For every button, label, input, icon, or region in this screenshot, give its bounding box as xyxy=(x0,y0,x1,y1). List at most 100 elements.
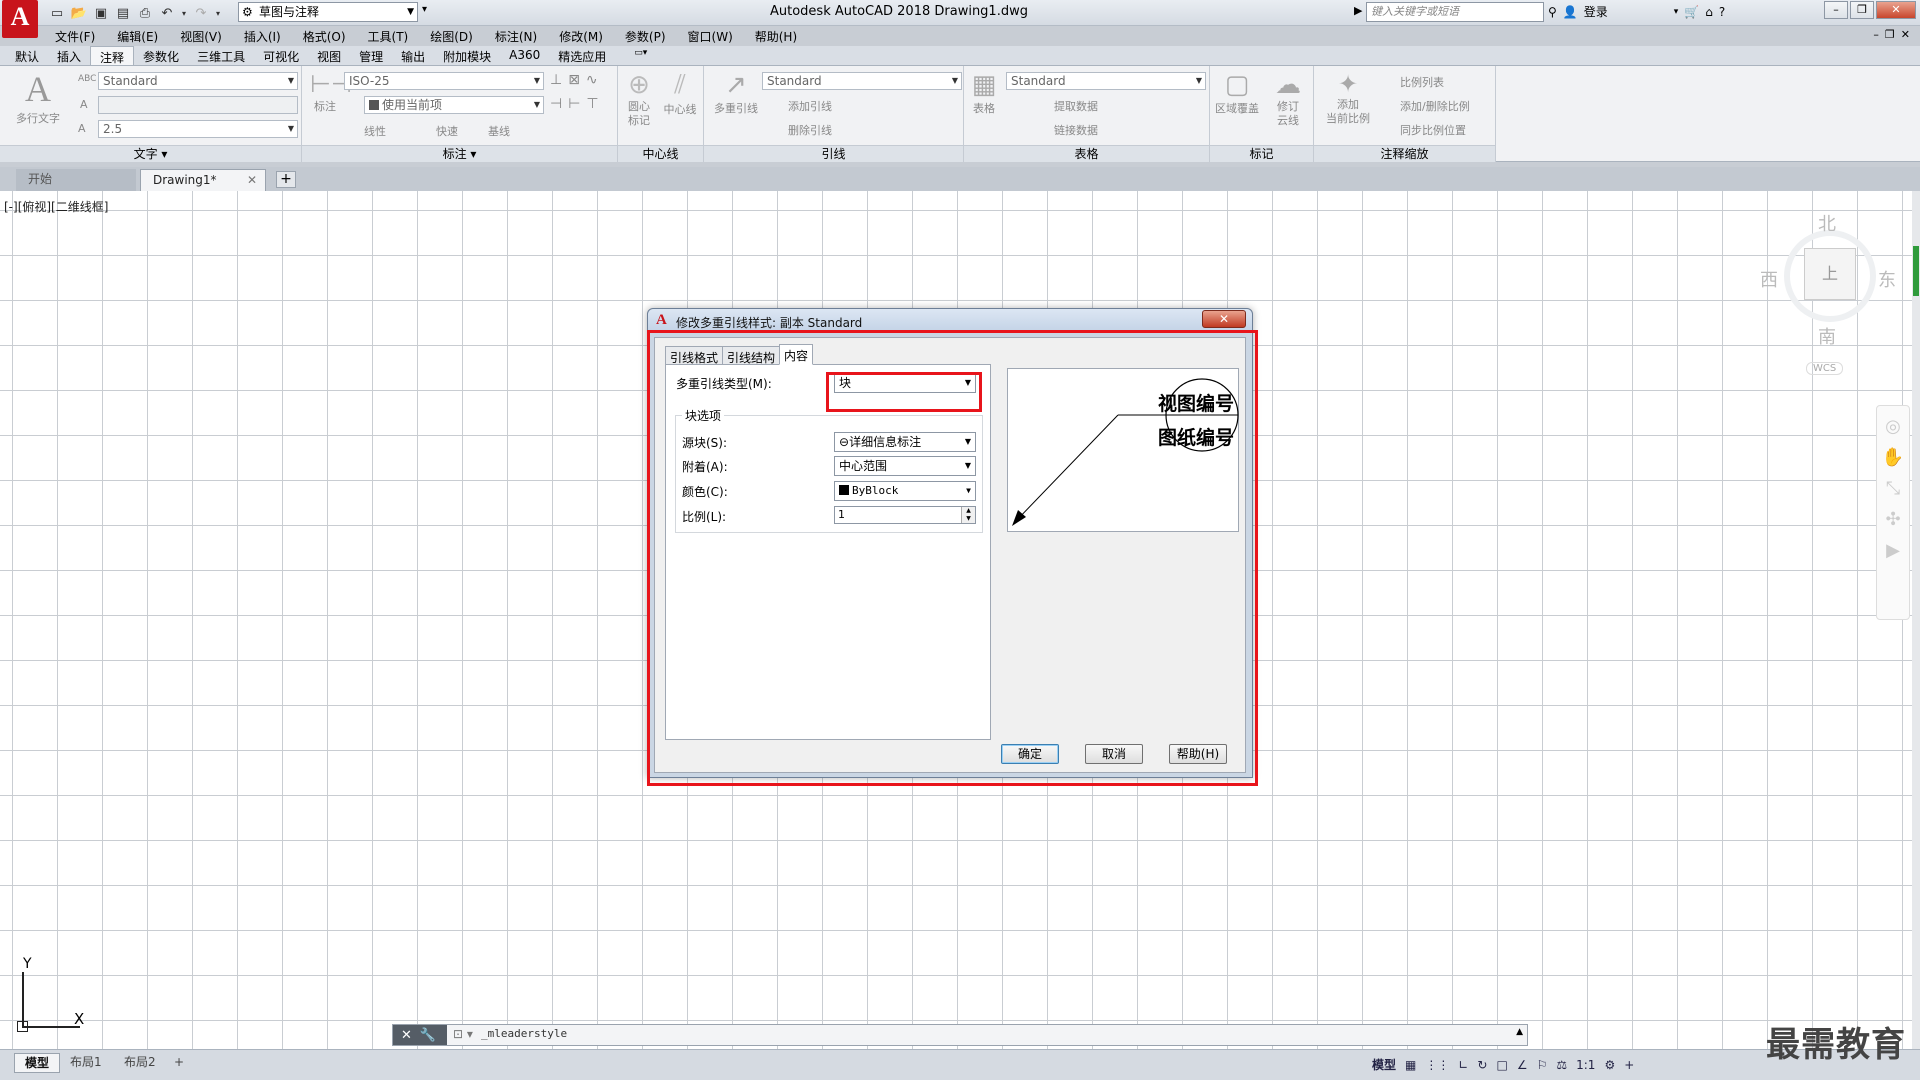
open-file-icon[interactable]: 📂 xyxy=(70,4,88,22)
ribbon-tab-visualize[interactable]: 可视化 xyxy=(254,46,308,65)
dim-tool-icons-2[interactable]: ⊣⊢⊤ xyxy=(550,96,605,112)
mleader-style-select[interactable]: Standard ▼ xyxy=(762,72,962,90)
find-text-input[interactable] xyxy=(98,96,298,114)
maximize-icon[interactable]: ❐ xyxy=(1850,1,1874,19)
settings-gear-icon[interactable]: ⚙ xyxy=(1604,1058,1615,1072)
close-icon[interactable]: ✕ xyxy=(1202,310,1246,328)
user-icon[interactable]: 👤 xyxy=(1563,5,1578,19)
viewcube-north[interactable]: 北 xyxy=(1818,210,1836,236)
table-panel-title[interactable]: 表格 xyxy=(964,145,1209,162)
workspace-select[interactable]: ⚙ 草图与注释 ▼ xyxy=(238,2,418,22)
ribbon-tab-output[interactable]: 输出 xyxy=(392,46,434,65)
link-data-button[interactable]: 链接数据 xyxy=(1054,122,1098,138)
viewcube[interactable]: 北 西 东 南 上 WCS xyxy=(1758,210,1898,380)
menu-view[interactable]: 视图(V) xyxy=(169,26,233,46)
table-button[interactable]: ▦ 表格 xyxy=(968,70,1000,116)
pan-hand-icon[interactable]: ✋ xyxy=(1877,447,1909,468)
binoculars-icon[interactable]: ⚲ xyxy=(1548,5,1557,19)
quick-dim-button[interactable]: 快速 xyxy=(436,123,458,139)
dimension-button[interactable]: ⊢⊣ 标注 xyxy=(310,70,352,114)
ribbon-tab-annotate[interactable]: 注释 xyxy=(90,46,135,65)
new-file-icon[interactable]: ▭ xyxy=(48,4,66,22)
command-history-icon[interactable]: ▲ xyxy=(1516,1027,1523,1037)
add-leader-button[interactable]: 添加引线 xyxy=(788,98,832,114)
doc-window-controls[interactable]: –❐✕ xyxy=(1873,28,1916,41)
autocad-logo-icon[interactable]: A xyxy=(2,0,38,38)
command-prompt-icon[interactable]: ⊡ ▾ xyxy=(453,1027,473,1041)
ribbon-tab-featured-apps[interactable]: 精选应用 xyxy=(549,46,615,65)
save-icon[interactable]: ▣ xyxy=(92,4,110,22)
spell-check-icon[interactable]: ABC xyxy=(78,74,96,84)
vertical-scrollbar[interactable] xyxy=(1912,191,1920,1049)
menu-insert[interactable]: 插入(I) xyxy=(233,26,292,46)
viewcube-east[interactable]: 东 xyxy=(1878,266,1896,292)
osnap-icon[interactable]: □ xyxy=(1496,1058,1507,1072)
command-input[interactable]: _mleaderstyle xyxy=(481,1027,567,1040)
add-current-scale-button[interactable]: ✦ 添加 当前比例 xyxy=(1316,70,1380,126)
ribbon-tab-a360[interactable]: A360 xyxy=(500,46,549,65)
close-icon[interactable]: ✕ xyxy=(1876,1,1916,19)
centerline-button[interactable]: ⫽ 中心线 xyxy=(658,70,702,117)
find-text-icon[interactable]: A xyxy=(80,98,88,111)
dim-tool-icons[interactable]: ⊥⊠∿ xyxy=(550,72,604,88)
qat-customize-icon[interactable]: ▾ xyxy=(422,4,427,15)
text-style-select[interactable]: Standard ▼ xyxy=(98,72,298,90)
zoom-extents-icon[interactable]: ⤡ xyxy=(1877,478,1909,499)
steering-wheel-icon[interactable]: ◎ xyxy=(1877,416,1909,437)
tab-drawing1[interactable]: Drawing1* ✕ xyxy=(140,169,266,191)
otrack-icon[interactable]: ∠ xyxy=(1517,1058,1528,1072)
baseline-dim-button[interactable]: 基线 xyxy=(488,123,510,139)
sync-scale-button[interactable]: 同步比例位置 xyxy=(1400,122,1466,138)
showmotion-icon[interactable]: ▶ xyxy=(1877,540,1909,561)
search-input[interactable]: 键入关键字或短语 xyxy=(1366,2,1544,22)
add-delete-scale-button[interactable]: 添加/删除比例 xyxy=(1400,98,1470,114)
layout-tab-layout2[interactable]: 布局2 xyxy=(114,1053,166,1073)
undo-dropdown-icon[interactable]: ▾ xyxy=(180,4,188,22)
remove-leader-button[interactable]: 删除引线 xyxy=(788,122,832,138)
menu-window[interactable]: 窗口(W) xyxy=(677,26,744,46)
add-layout-button[interactable]: + xyxy=(168,1053,190,1073)
menu-draw[interactable]: 绘图(D) xyxy=(419,26,484,46)
ribbon-tab-manage[interactable]: 管理 xyxy=(350,46,392,65)
viewcube-west[interactable]: 西 xyxy=(1760,266,1778,292)
leader-panel-title[interactable]: 引线 xyxy=(704,145,963,162)
menu-edit[interactable]: 编辑(E) xyxy=(106,26,169,46)
redo-icon[interactable]: ↷ xyxy=(192,4,210,22)
minimize-icon[interactable]: – xyxy=(1824,1,1848,19)
mtext-button[interactable]: A 多行文字 xyxy=(8,68,68,126)
grid-icon[interactable]: ▦ xyxy=(1405,1058,1416,1072)
tab-content[interactable]: 内容 xyxy=(779,344,814,365)
add-icon[interactable]: + xyxy=(1624,1058,1634,1072)
close-icon[interactable]: ✕ xyxy=(247,170,257,190)
extract-data-button[interactable]: 提取数据 xyxy=(1054,98,1098,114)
ribbon-minimize-icon[interactable]: ▭▾ xyxy=(625,46,656,65)
revcloud-button[interactable]: ☁ 修订 云线 xyxy=(1266,70,1310,128)
viewcube-top-face[interactable]: 上 xyxy=(1804,248,1856,300)
menu-format[interactable]: 格式(O) xyxy=(292,26,357,46)
annotation-scale-icon[interactable]: ⚖ xyxy=(1556,1058,1567,1072)
layout-tab-layout1[interactable]: 布局1 xyxy=(60,1053,112,1073)
ribbon-tab-3d-tools[interactable]: 三维工具 xyxy=(188,46,254,65)
model-space-toggle[interactable]: 模型 xyxy=(1372,1056,1396,1073)
wcs-menu[interactable]: WCS xyxy=(1806,362,1844,375)
menu-tools[interactable]: 工具(T) xyxy=(357,26,420,46)
linear-dim-button[interactable]: 线性 xyxy=(364,123,386,139)
text-panel-title[interactable]: 文字 ▾ xyxy=(0,145,301,162)
login-dropdown-icon[interactable]: ▾ xyxy=(1674,7,1679,17)
menu-file[interactable]: 文件(F) xyxy=(44,26,106,46)
cart-icon[interactable]: 🛒 xyxy=(1684,5,1699,19)
tab-start[interactable]: 开始 xyxy=(16,169,136,191)
dim-layer-select[interactable]: 使用当前项 ▼ xyxy=(364,96,544,114)
wrench-icon[interactable]: 🔧 xyxy=(420,1028,436,1043)
search-expand-icon[interactable]: ▶ xyxy=(1354,4,1362,17)
viewcube-south[interactable]: 南 xyxy=(1818,323,1836,349)
ribbon-tab-insert[interactable]: 插入 xyxy=(48,46,90,65)
dimension-panel-title[interactable]: 标注 ▾ xyxy=(302,145,617,162)
table-style-select[interactable]: Standard ▼ xyxy=(1006,72,1206,90)
menu-dimension[interactable]: 标注(N) xyxy=(484,26,548,46)
save-as-icon[interactable]: ▤ xyxy=(114,4,132,22)
menu-help[interactable]: 帮助(H) xyxy=(744,26,808,46)
annotation-scale-value[interactable]: 1:1 xyxy=(1576,1058,1595,1072)
ribbon-tab-default[interactable]: 默认 xyxy=(6,46,48,65)
text-height-select[interactable]: 2.5 ▼ xyxy=(98,120,298,138)
